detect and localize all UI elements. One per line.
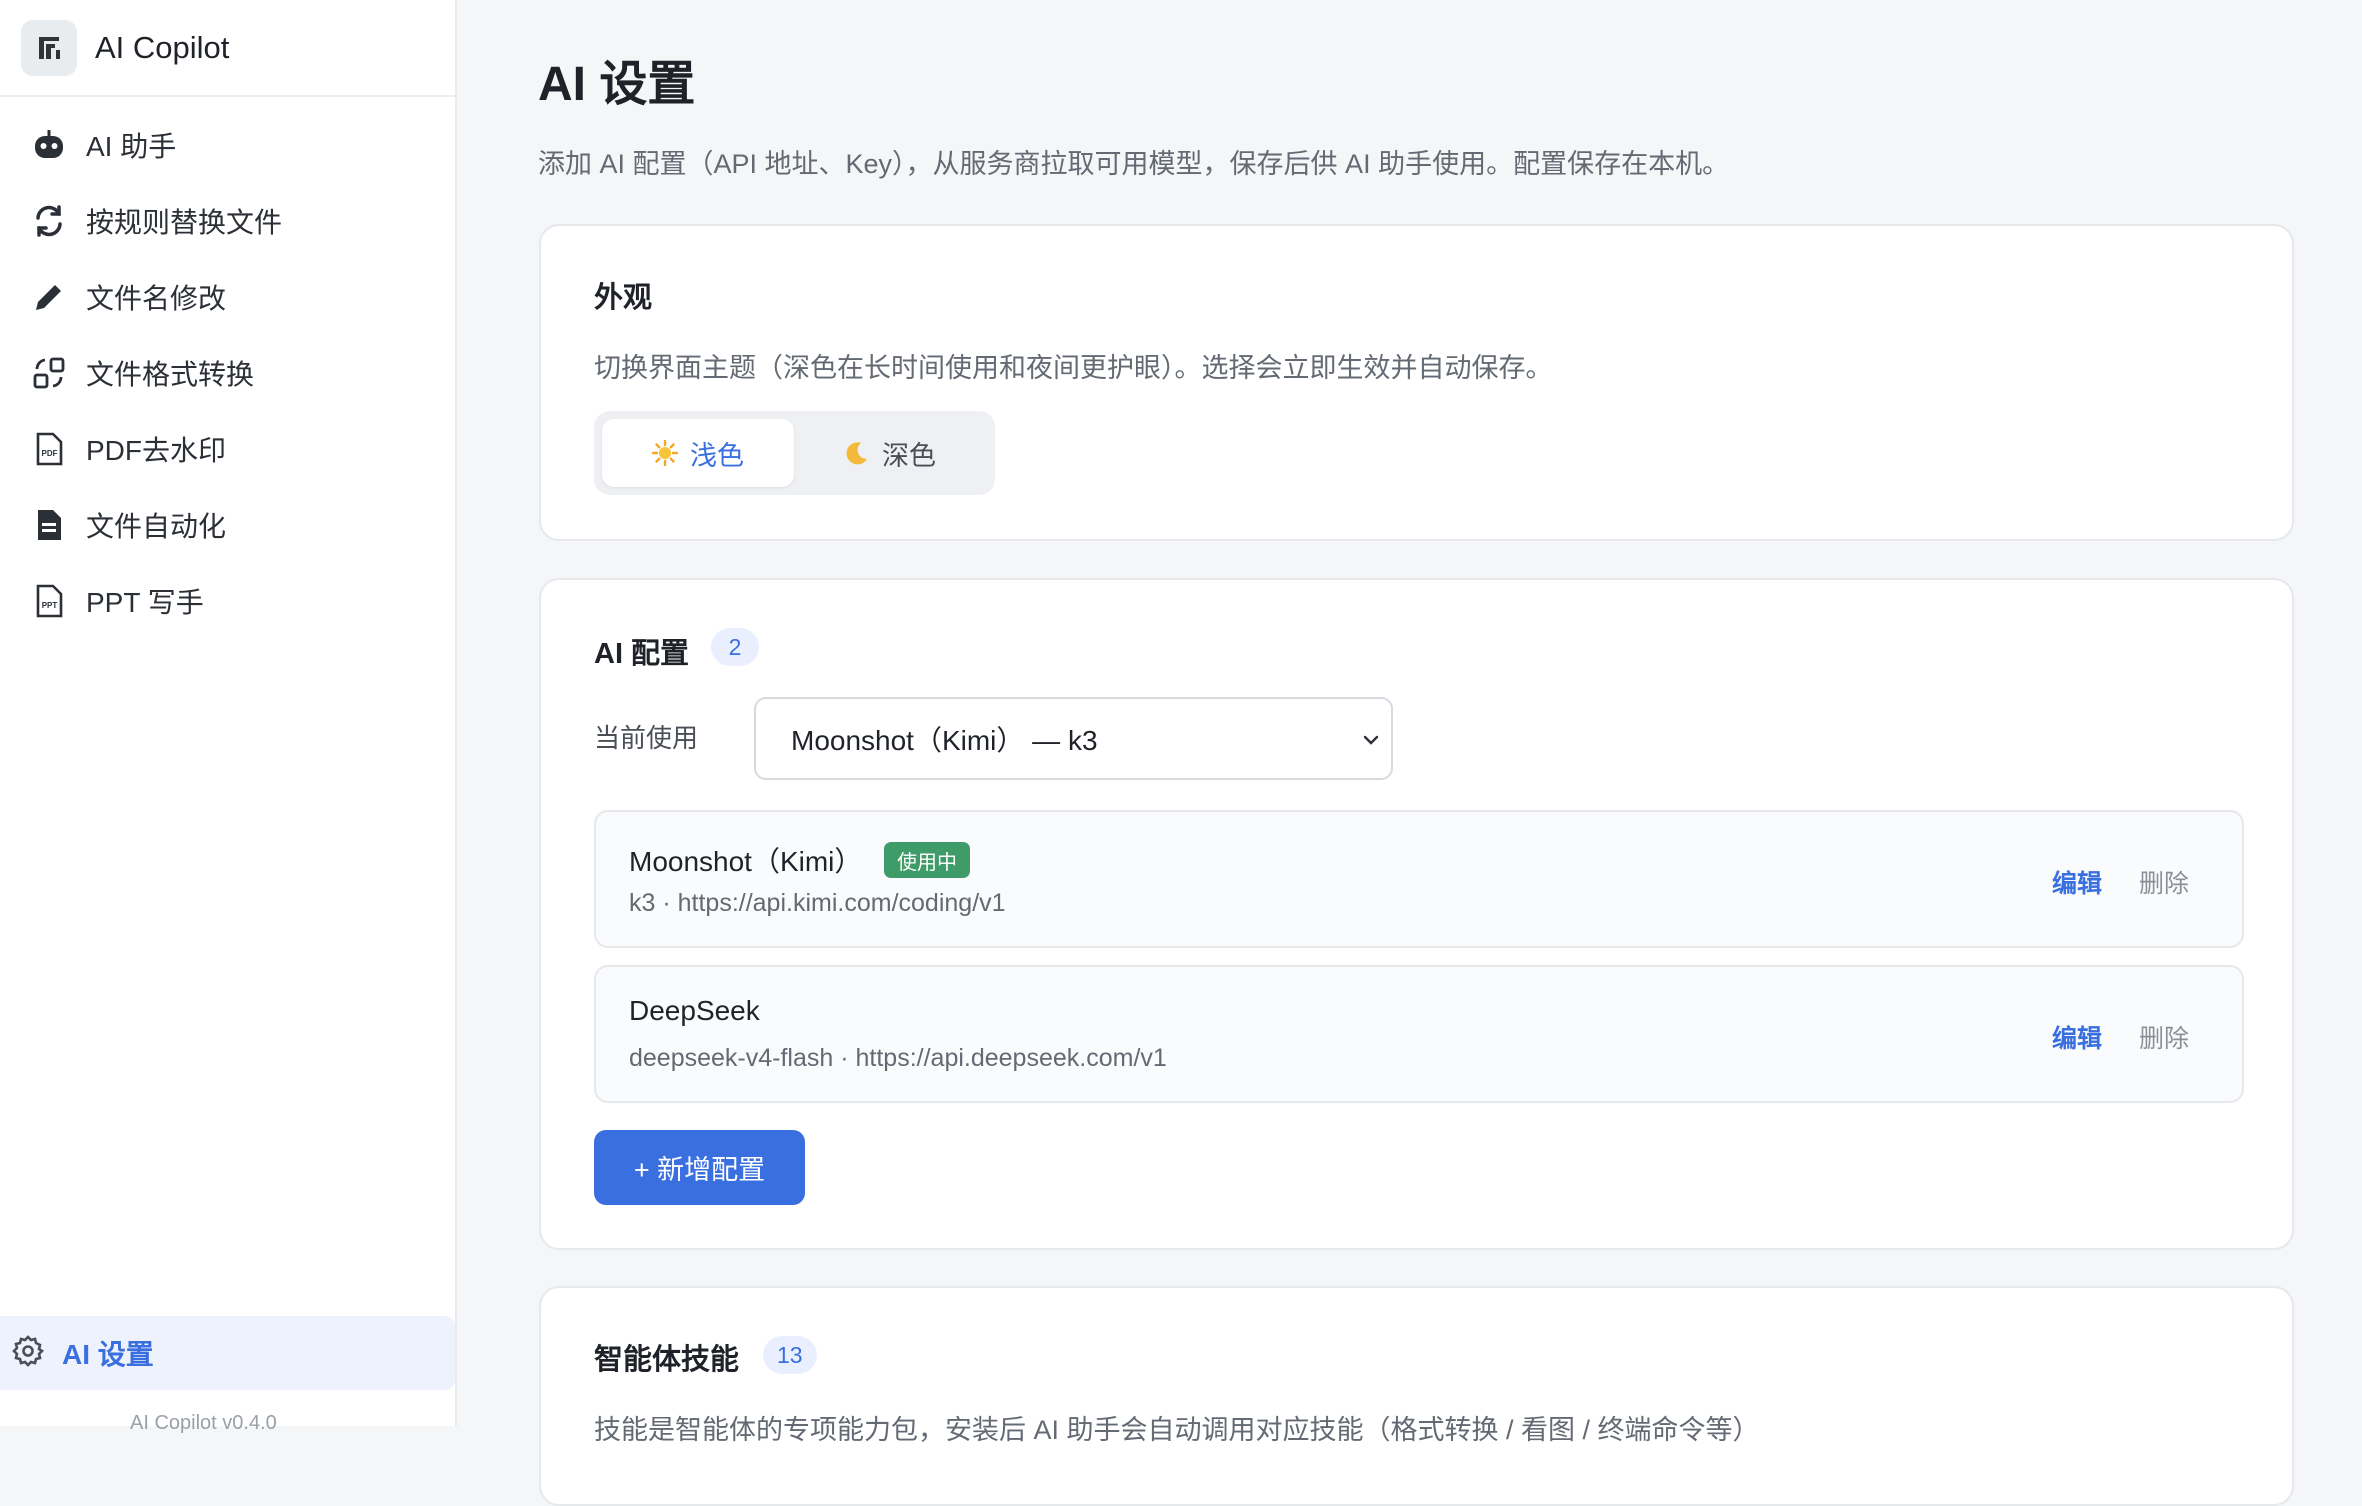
skills-description: 技能是智能体的专项能力包，安装后 AI 助手会自动调用对应技能（格式转换 / 看… — [594, 1415, 1760, 1445]
sidebar-nav: AI 助手 按规则替换文件 文件名修改 文件格式转换 PDF PDF去水印 文件… — [0, 97, 455, 639]
config-name: Moonshot（Kimi） — [629, 846, 863, 877]
sidebar-item-label: 文件格式转换 — [86, 359, 255, 390]
sidebar-item-ppt-writer[interactable]: PPT PPT 写手 — [0, 563, 455, 639]
config-item: DeepSeek deepseek-v4-flash · https://api… — [594, 965, 2244, 1103]
current-model-value: Moonshot（Kimi） — k3 — [791, 724, 1098, 756]
config-detail: deepseek-v4-flash · https://api.deepseek… — [629, 1044, 1167, 1072]
sidebar-item-ai-settings[interactable]: AI 设置 — [0, 1316, 455, 1390]
theme-dark-label: 深色 — [882, 440, 936, 471]
ai-config-count-badge: 2 — [711, 628, 759, 666]
sidebar-item-label: PPT 写手 — [86, 587, 204, 618]
theme-dark-button[interactable]: 深色 — [794, 419, 986, 487]
app-logo-icon — [21, 19, 77, 76]
gear-icon — [10, 1333, 46, 1374]
document-icon — [30, 506, 68, 544]
sidebar-item-label: PDF去水印 — [86, 435, 227, 466]
theme-toggle: 浅色 深色 — [594, 411, 995, 495]
sidebar-item-pdf-watermark[interactable]: PDF PDF去水印 — [0, 411, 455, 487]
sidebar-item-rename[interactable]: 文件名修改 — [0, 259, 455, 335]
skills-card: 智能体技能 13 技能是智能体的专项能力包，安装后 AI 助手会自动调用对应技能… — [539, 1286, 2294, 1506]
add-config-button[interactable]: + 新增配置 — [594, 1130, 805, 1205]
ai-config-title: AI 配置 — [594, 638, 690, 670]
edit-config-button[interactable]: 编辑 — [2052, 864, 2102, 900]
sidebar-item-label: 按规则替换文件 — [86, 207, 283, 238]
skills-count-badge: 13 — [763, 1336, 817, 1374]
theme-light-label: 浅色 — [690, 440, 744, 471]
config-name: DeepSeek — [629, 995, 760, 1026]
sidebar-item-label: AI 助手 — [86, 131, 177, 162]
in-use-badge: 使用中 — [884, 842, 970, 878]
page-title: AI 设置 — [538, 58, 696, 111]
moon-icon — [844, 440, 870, 466]
appearance-card: 外观 切换界面主题（深色在长时间使用和夜间更护眼）。选择会立即生效并自动保存。 — [539, 224, 2294, 541]
robot-icon — [30, 126, 68, 164]
page-description: 添加 AI 配置（API 地址、Key），从服务商拉取可用模型，保存后供 AI … — [538, 149, 1730, 179]
ppt-file-icon: PPT — [30, 582, 68, 620]
sidebar-item-label: AI 设置 — [62, 1339, 154, 1370]
convert-icon — [30, 354, 68, 392]
config-item: Moonshot（Kimi） 使用中 k3 · https://api.kimi… — [594, 810, 2244, 948]
current-model-label: 当前使用 — [594, 723, 699, 753]
pdf-file-icon: PDF — [30, 430, 68, 468]
chevron-down-icon — [1359, 727, 1383, 759]
config-detail: k3 · https://api.kimi.com/coding/v1 — [629, 889, 1006, 917]
sidebar-item-label: 文件名修改 — [86, 283, 227, 314]
delete-config-button[interactable]: 删除 — [2139, 1019, 2189, 1055]
ai-config-card: AI 配置 2 当前使用 Moonshot（Kimi） — k3 Moonsho… — [539, 578, 2294, 1250]
refresh-icon — [30, 202, 68, 240]
sidebar-item-file-automation[interactable]: 文件自动化 — [0, 487, 455, 563]
sidebar: AI Copilot AI 助手 按规则替换文件 文件名修改 文件格式转换 PD… — [0, 0, 457, 1434]
app-title: AI Copilot — [95, 29, 230, 65]
sidebar-item-ai-assistant[interactable]: AI 助手 — [0, 107, 455, 183]
sun-icon — [652, 440, 678, 466]
svg-text:PPT: PPT — [42, 601, 58, 610]
skills-title: 智能体技能 — [594, 1344, 740, 1376]
sidebar-item-format-convert[interactable]: 文件格式转换 — [0, 335, 455, 411]
pencil-icon — [30, 278, 68, 316]
sidebar-item-label: 文件自动化 — [86, 511, 227, 542]
edit-config-button[interactable]: 编辑 — [2052, 1019, 2102, 1055]
delete-config-button[interactable]: 删除 — [2139, 864, 2189, 900]
theme-light-button[interactable]: 浅色 — [602, 419, 794, 487]
app-version: AI Copilot v0.4.0 — [130, 1412, 277, 1434]
appearance-title: 外观 — [594, 282, 653, 314]
current-model-select[interactable]: Moonshot（Kimi） — k3 — [754, 697, 1393, 780]
brand-header: AI Copilot — [0, 0, 455, 97]
svg-text:PDF: PDF — [42, 449, 58, 458]
appearance-description: 切换界面主题（深色在长时间使用和夜间更护眼）。选择会立即生效并自动保存。 — [594, 353, 1553, 383]
app-root: AI Copilot AI 助手 按规则替换文件 文件名修改 文件格式转换 PD… — [0, 0, 2362, 1506]
sidebar-item-replace-files[interactable]: 按规则替换文件 — [0, 183, 455, 259]
